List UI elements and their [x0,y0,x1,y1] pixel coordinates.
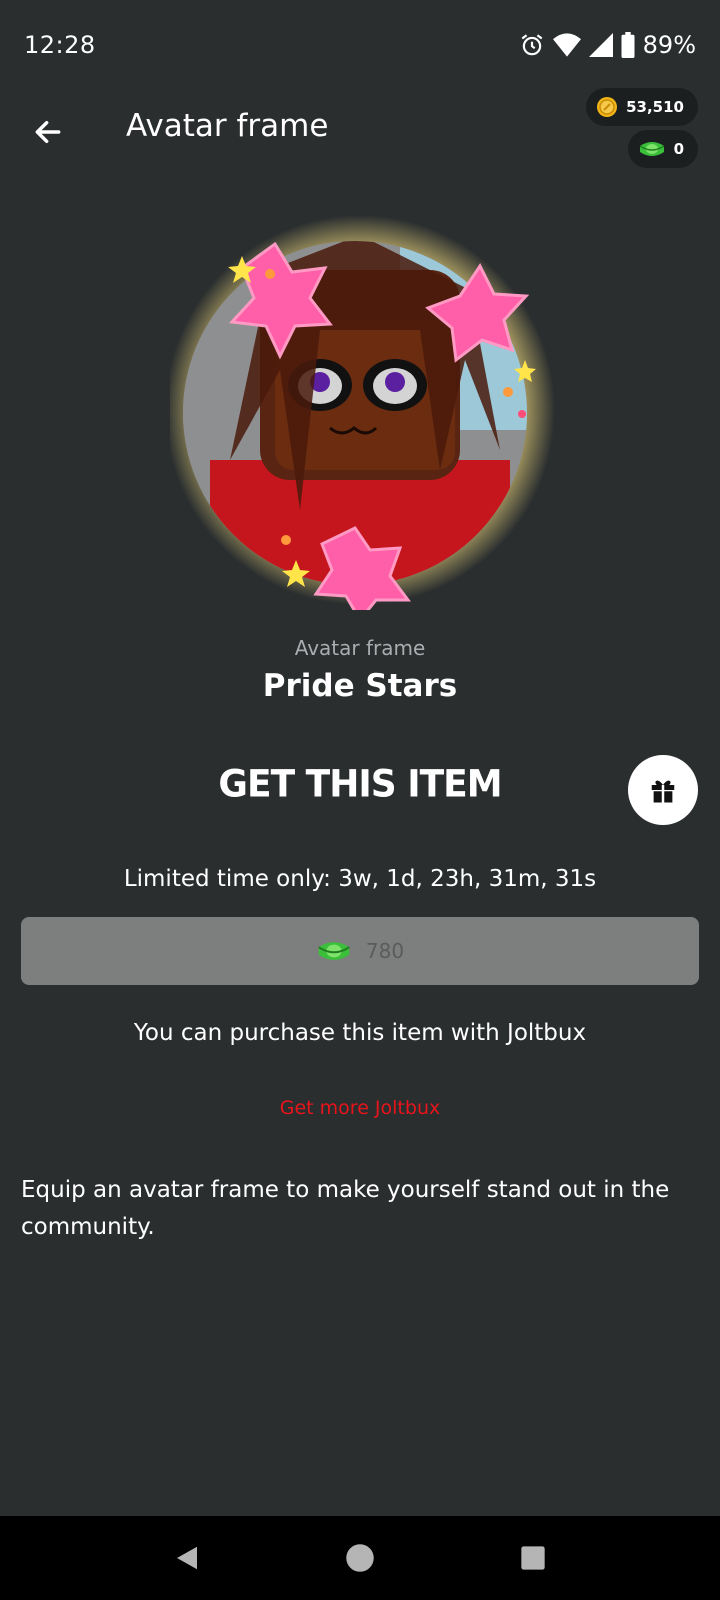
get-item-heading: GET THIS ITEM [218,762,502,807]
purchase-note: You can purchase this item with Joltbux [133,1020,587,1046]
avatar-image [165,215,555,623]
joltbux-balance[interactable]: 0 [627,130,698,168]
get-more-joltbux-link[interactable]: Get more Joltbux [0,1097,720,1119]
alarm-icon [521,34,543,56]
joltbux-icon [318,942,350,960]
battery-icon [621,32,635,58]
nav-recents-button[interactable] [513,1538,553,1578]
joltbux-icon [639,142,664,156]
circle-home-icon [346,1544,374,1572]
item-category: Avatar frame [294,636,426,660]
page-title: Avatar frame [126,108,329,144]
item-name: Pride Stars [262,668,458,704]
price-value: 780 [365,939,405,963]
nav-home-button[interactable] [340,1538,380,1578]
status-time: 12:28 [24,31,96,59]
limited-time-countdown: Limited time only: 3w, 1d, 23h, 31m, 31s [123,866,597,892]
status-icons: 89% [519,31,696,59]
wifi-icon [552,33,581,57]
arrow-left-icon [35,120,61,144]
battery-percent: 89% [642,31,696,59]
gift-button[interactable] [628,755,698,825]
coins-amount: 53,510 [626,98,684,116]
coin-icon [597,97,618,117]
gift-icon [651,780,675,803]
system-nav-bar [0,1516,720,1600]
status-bar: 12:28 89% [0,0,720,90]
signal-icon [588,33,613,57]
joltbux-amount: 0 [673,140,684,158]
buy-button[interactable]: 780 [21,917,699,985]
triangle-back-icon [176,1546,197,1570]
coins-balance[interactable]: 53,510 [586,88,698,126]
back-button[interactable] [24,108,72,156]
nav-back-button[interactable] [167,1538,207,1578]
avatar-frame-preview [165,210,560,623]
item-description: Equip an avatar frame to make yourself s… [21,1177,670,1240]
square-recents-icon [521,1546,545,1570]
